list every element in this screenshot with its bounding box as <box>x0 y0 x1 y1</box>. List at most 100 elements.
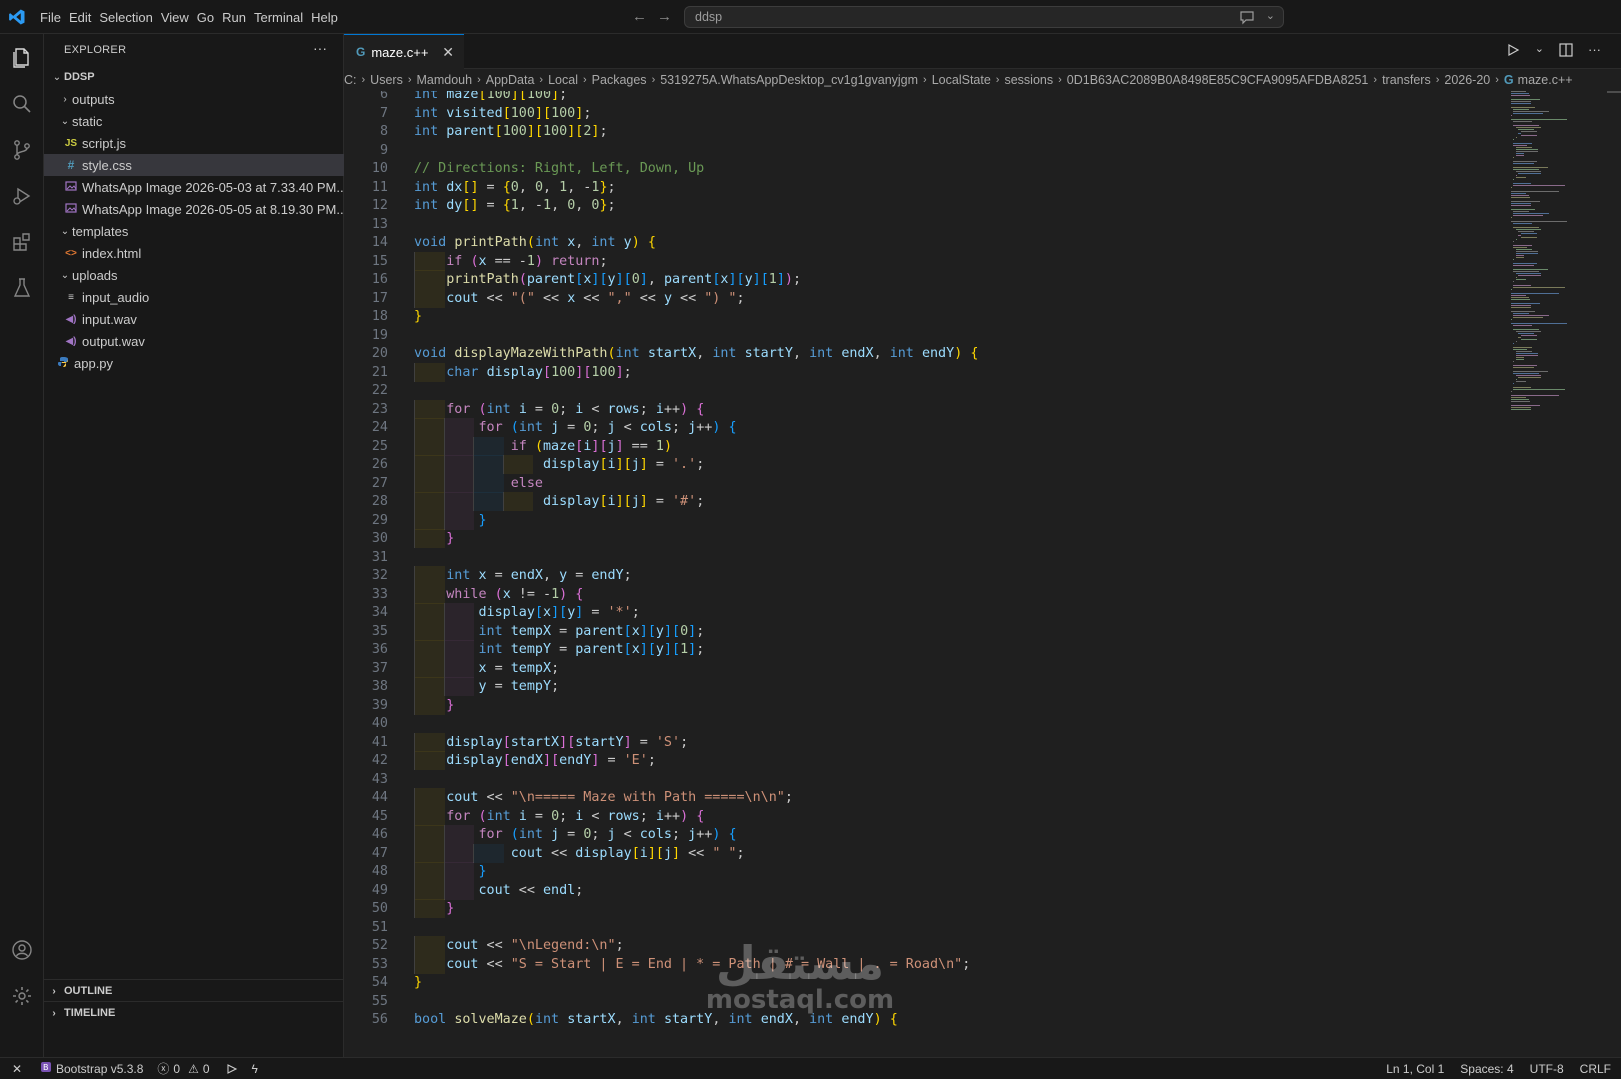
close-tab-icon[interactable]: ✕ <box>442 44 454 61</box>
indentation-status[interactable]: Spaces: 4 <box>1460 1062 1513 1076</box>
lightning-icon[interactable]: ϟ <box>252 1062 258 1076</box>
code-line[interactable]: 18} <box>344 307 1494 326</box>
breadcrumb-item[interactable]: Local <box>548 73 578 87</box>
code-line[interactable]: 37 x = tempX; <box>344 658 1494 678</box>
remote-indicator-icon[interactable]: ✕ <box>0 1062 34 1076</box>
problems-status[interactable]: ⓧ 0 ⚠ 0 <box>157 1060 209 1077</box>
code-line[interactable]: 29 } <box>344 510 1494 530</box>
menu-run[interactable]: Run <box>222 10 254 25</box>
breadcrumb-item[interactable]: maze.c++ <box>1518 73 1573 87</box>
tree-file-whatsapp-image-1[interactable]: WhatsApp Image 2026-05-03 at 7.33.40 PM.… <box>44 176 361 198</box>
tree-file-script-js[interactable]: JS script.js <box>44 132 361 154</box>
code-line[interactable]: 39 } <box>344 695 1494 715</box>
outline-section[interactable]: › OUTLINE <box>44 979 343 1002</box>
code-line[interactable]: 42 display[endX][endY] = 'E'; <box>344 751 1494 770</box>
code-line[interactable]: 16 printPath(parent[x][y][0], parent[x][… <box>344 270 1494 289</box>
code-line[interactable]: 9 <box>344 141 1494 160</box>
more-actions-icon[interactable]: ··· <box>313 40 327 56</box>
code-line[interactable]: 53 cout << "S = Start | E = End | * = Pa… <box>344 954 1494 974</box>
code-line[interactable]: 11 int dx[] = {0, 0, 1, -1}; <box>344 178 1494 197</box>
chevron-down-icon[interactable]: ⌄ <box>1535 42 1544 61</box>
code-line[interactable]: 6 int maze[100][100]; <box>344 91 1494 104</box>
breadcrumb-item[interactable]: 0D1B63AC2089B0A8498E85C9CFA9095AFDBA8251 <box>1067 73 1369 87</box>
account-icon[interactable] <box>8 936 36 964</box>
tree-folder-templates[interactable]: ⌄ templates <box>44 220 357 242</box>
code-line[interactable]: 31 <box>344 548 1494 567</box>
tree-file-input-wav[interactable]: ◀) input.wav <box>44 308 361 330</box>
settings-gear-icon[interactable] <box>8 982 36 1010</box>
tree-file-index-html[interactable]: <> index.html <box>44 242 361 264</box>
tree-file-whatsapp-image-2[interactable]: WhatsApp Image 2026-05-05 at 8.19.30 PM.… <box>44 198 361 220</box>
breadcrumb-item[interactable]: C: <box>344 73 357 87</box>
code-line[interactable]: 27 else <box>344 473 1494 493</box>
menu-terminal[interactable]: Terminal <box>254 10 311 25</box>
code-line[interactable]: 26 display[i][j] = '.'; <box>344 455 1494 474</box>
code-line[interactable]: 56 bool solveMaze(int startX, int startY,… <box>344 1010 1494 1029</box>
chevron-down-icon[interactable]: ⌄ <box>1266 9 1275 22</box>
explorer-icon[interactable] <box>8 44 36 72</box>
code-line[interactable]: 47 cout << display[i][j] << " "; <box>344 843 1494 863</box>
code-line[interactable]: 32 int x = endX, y = endY; <box>344 566 1494 585</box>
code-line[interactable]: 44 cout << "\n===== Maze with Path =====… <box>344 788 1494 807</box>
extensions-icon[interactable] <box>8 228 36 256</box>
code-line[interactable]: 46 for (int j = 0; j < cols; j++) { <box>344 825 1494 844</box>
breadcrumb-item[interactable]: LocalState <box>932 73 991 87</box>
forward-arrow-icon[interactable]: → <box>657 8 672 25</box>
code-line[interactable]: 7 int visited[100][100]; <box>344 104 1494 123</box>
code-line[interactable]: 13 <box>344 215 1494 234</box>
code-line[interactable]: 34 display[x][y] = '*'; <box>344 603 1494 622</box>
breadcrumb-item[interactable]: Mamdouh <box>417 73 473 87</box>
vertical-scrollbar[interactable] <box>1607 91 1621 93</box>
code-line[interactable]: 12 int dy[] = {1, -1, 0, 0}; <box>344 196 1494 215</box>
eol-status[interactable]: CRLF <box>1580 1062 1611 1076</box>
code-line[interactable]: 41 display[startX][startY] = 'S'; <box>344 732 1494 752</box>
code-line[interactable]: 54} <box>344 973 1494 992</box>
minimap[interactable] <box>1511 91 1611 411</box>
code-line[interactable]: 20 void displayMazeWithPath(int startX, i… <box>344 344 1494 363</box>
menu-edit[interactable]: Edit <box>69 10 99 25</box>
workspace-root[interactable]: ⌄ DDSP <box>44 66 349 88</box>
code-line[interactable]: 40 <box>344 714 1494 733</box>
code-line[interactable]: 36 int tempY = parent[x][y][1]; <box>344 640 1494 659</box>
tree-folder-uploads[interactable]: ⌄ uploads <box>44 264 357 286</box>
cursor-position[interactable]: Ln 1, Col 1 <box>1386 1062 1444 1076</box>
menu-help[interactable]: Help <box>311 10 346 25</box>
tree-file-style-css[interactable]: # style.css <box>44 154 361 176</box>
menu-file[interactable]: File <box>40 10 69 25</box>
code-line[interactable]: 49 cout << endl; <box>344 880 1494 900</box>
run-code-icon[interactable] <box>1505 42 1521 61</box>
run-debug-icon[interactable] <box>8 182 36 210</box>
tree-file-input-audio[interactable]: ≡ input_audio <box>44 286 361 308</box>
copilot-chat-icon[interactable] <box>1239 9 1255 28</box>
code-editor[interactable]: 6 int maze[100][100]; 7 int visited[100][10… <box>344 91 1494 1057</box>
tree-folder-outputs[interactable]: › outputs <box>44 88 357 110</box>
menu-view[interactable]: View <box>161 10 197 25</box>
more-actions-icon[interactable]: ··· <box>1588 42 1601 61</box>
breadcrumb-item[interactable]: AppData <box>486 73 535 87</box>
code-line[interactable]: 19 <box>344 326 1494 345</box>
code-line[interactable]: 50 } <box>344 899 1494 918</box>
code-line[interactable]: 45 for (int i = 0; i < rows; i++) { <box>344 806 1494 826</box>
tree-file-output-wav[interactable]: ◀) output.wav <box>44 330 361 352</box>
menu-go[interactable]: Go <box>197 10 222 25</box>
breadcrumb-item[interactable]: sessions <box>1004 73 1053 87</box>
code-line[interactable]: 28 display[i][j] = '#'; <box>344 492 1494 511</box>
code-line[interactable]: 52 cout << "\nLegend:\n"; <box>344 936 1494 955</box>
code-line[interactable]: 17 cout << "(" << x << "," << y << ") "; <box>344 288 1494 308</box>
code-line[interactable]: 55 <box>344 992 1494 1011</box>
source-control-icon[interactable] <box>8 136 36 164</box>
code-line[interactable]: 10 // Directions: Right, Left, Down, Up <box>344 159 1494 178</box>
code-line[interactable]: 24 for (int j = 0; j < cols; j++) { <box>344 418 1494 437</box>
code-line[interactable]: 43 <box>344 770 1494 789</box>
split-editor-icon[interactable] <box>1558 42 1574 61</box>
menu-selection[interactable]: Selection <box>99 10 160 25</box>
search-icon[interactable] <box>8 90 36 118</box>
breadcrumb-item[interactable]: transfers <box>1382 73 1431 87</box>
tree-folder-static[interactable]: ⌄ static <box>44 110 357 132</box>
code-line[interactable]: 8 int parent[100][100][2]; <box>344 122 1494 141</box>
debug-status-icon[interactable] <box>224 1062 238 1076</box>
encoding-status[interactable]: UTF-8 <box>1530 1062 1564 1076</box>
bootstrap-status[interactable]: B Bootstrap v5.3.8 <box>40 1061 143 1076</box>
breadcrumb-item[interactable]: 2026-20 <box>1444 73 1490 87</box>
code-line[interactable]: 21 char display[100][100]; <box>344 362 1494 382</box>
